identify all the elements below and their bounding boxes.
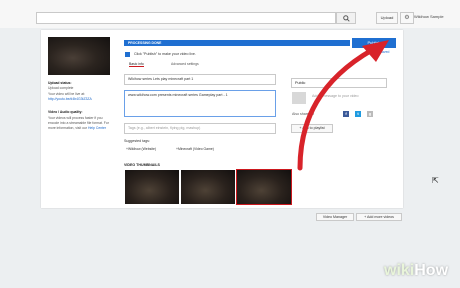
mouse-cursor-icon: ⇱ (432, 176, 439, 185)
privacy-value: Public (295, 81, 306, 85)
google-plus-icon[interactable]: g (367, 111, 373, 117)
share-label: Also share on (292, 112, 314, 116)
publish-button[interactable]: Publish (352, 38, 396, 48)
facebook-icon[interactable]: f (343, 111, 349, 117)
suggested-tags-label: Suggested tags: (124, 139, 150, 143)
search-button[interactable] (336, 12, 356, 24)
search-icon (342, 14, 350, 22)
upload-button[interactable]: Upload (376, 12, 398, 24)
publish-hint: Click "Publish" to make your video live. (134, 52, 196, 56)
video-thumbnails-label: VIDEO THUMBNAILS (124, 163, 160, 167)
upload-status-value: Upload complete (48, 86, 74, 90)
video-thumbnail-option-selected[interactable] (236, 169, 292, 205)
privacy-select[interactable]: Public (291, 78, 387, 88)
video-manager-button[interactable]: Video Manager (316, 213, 354, 221)
suggested-tag-minecraft[interactable]: +Minecraft (Video Game) (176, 147, 214, 151)
suggested-tag-wikihow[interactable]: +Wikihow (Website) (126, 147, 156, 151)
gear-icon[interactable]: ⚙ (400, 12, 414, 24)
title-field[interactable]: Wikihow series Lets play minecraft part … (124, 74, 276, 85)
video-url-link[interactable]: http://youtu.be/d4b4G3tZ3ZA (48, 97, 92, 102)
video-thumbnail-main (48, 37, 110, 75)
add-more-videos-button[interactable]: + Add more videos (356, 213, 402, 221)
video-thumbnail-option[interactable] (125, 170, 179, 204)
add-message-field[interactable]: Add a message to your video (312, 94, 359, 98)
tags-placeholder: Tags (e.g., albert einstein, flying pig,… (128, 126, 201, 130)
tags-field[interactable]: Tags (e.g., albert einstein, flying pig,… (124, 123, 276, 134)
add-to-playlist-button[interactable]: + Add to playlist (291, 124, 333, 133)
watermark-how: How (414, 262, 449, 279)
help-center-link[interactable]: Help Center (88, 126, 106, 130)
description-field[interactable]: www.wikihow.com presents minecraft serie… (124, 90, 276, 117)
video-thumbnail-option[interactable] (181, 170, 235, 204)
tab-advanced-settings[interactable]: Advanced settings (171, 62, 199, 66)
twitter-icon[interactable]: t (355, 111, 361, 117)
wikihow-watermark: wikiHow (384, 262, 448, 280)
avatar (292, 92, 306, 104)
quality-description: Your videos will process faster if you e… (48, 116, 110, 131)
search-input[interactable] (36, 12, 336, 24)
watermark-wiki: wiki (384, 262, 415, 279)
info-checkbox (125, 52, 130, 57)
user-name[interactable]: Wikihow Sample (414, 14, 444, 19)
tab-basic-info[interactable]: Basic info (129, 62, 144, 67)
processing-status-bar: PROCESSING DONE (124, 40, 350, 46)
quality-label: Video / Audio quality: (48, 110, 83, 114)
draft-saved-label: Draft saved (372, 50, 390, 54)
